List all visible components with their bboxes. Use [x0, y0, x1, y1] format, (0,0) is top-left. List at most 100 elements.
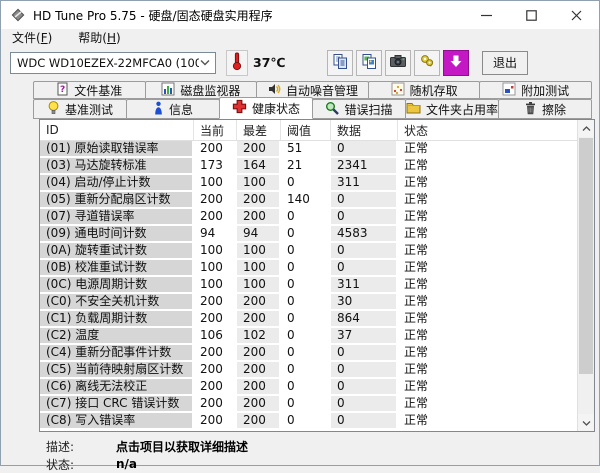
cell-id: (C7) 接口 CRC 错误计数 — [40, 396, 194, 411]
cell-status: 正常 — [398, 226, 577, 241]
cell-worst: 200 — [237, 141, 281, 156]
file-benchmark-icon: ? — [56, 82, 69, 99]
window-title: HD Tune Pro 5.75 - 硬盘/固态硬盘实用程序 — [33, 7, 273, 24]
exit-button[interactable]: 退出 — [482, 51, 528, 75]
cell-id: (07) 寻道错误率 — [40, 209, 194, 224]
cell-worst: 200 — [237, 209, 281, 224]
maximize-button[interactable] — [509, 1, 554, 29]
extra-tests-icon — [502, 82, 516, 99]
tab-benchmark[interactable]: 基准测试 — [33, 99, 127, 119]
column-header-id[interactable]: ID — [40, 120, 194, 140]
cell-data: 0 — [331, 243, 398, 258]
cell-worst: 100 — [237, 260, 281, 275]
cell-worst: 200 — [237, 345, 281, 360]
scrollbar-track[interactable] — [578, 137, 594, 414]
cell-data: 0 — [331, 192, 398, 207]
table-row[interactable]: (09) 通电时间计数 94 94 0 4583 正常 — [40, 226, 577, 243]
column-header-status[interactable]: 状态 — [398, 120, 577, 140]
cell-worst: 164 — [237, 158, 281, 173]
table-row[interactable]: (0C) 电源周期计数 100 100 0 311 正常 — [40, 277, 577, 294]
tab-error-scan[interactable]: 错误扫描 — [312, 99, 406, 119]
tab-info[interactable]: 信息 — [126, 99, 220, 119]
cell-worst: 100 — [237, 175, 281, 190]
table-row[interactable]: (C5) 当前待映射扇区计数 200 200 0 0 正常 — [40, 362, 577, 379]
table-row[interactable]: (04) 启动/停止计数 100 100 0 311 正常 — [40, 175, 577, 192]
folder-icon — [406, 101, 421, 117]
cell-current: 200 — [194, 294, 237, 309]
cell-status: 正常 — [398, 158, 577, 173]
copy-text-button[interactable] — [327, 50, 353, 76]
description-value: 点击项目以获取详细描述 — [116, 438, 248, 455]
table-row[interactable]: (0B) 校准重试计数 100 100 0 0 正常 — [40, 260, 577, 277]
table-row[interactable]: (C0) 不安全关机计数 200 200 0 30 正常 — [40, 294, 577, 311]
cell-id: (C2) 温度 — [40, 328, 194, 343]
table-row[interactable]: (C6) 离线无法校正 200 200 0 0 正常 — [40, 379, 577, 396]
cell-data: 37 — [331, 328, 398, 343]
cell-id: (C0) 不安全关机计数 — [40, 294, 194, 309]
table-row[interactable]: (C4) 重新分配事件计数 200 200 0 0 正常 — [40, 345, 577, 362]
screenshot-button[interactable] — [385, 50, 411, 76]
random-access-icon — [391, 82, 405, 99]
cell-data: 0 — [331, 345, 398, 360]
cell-data: 311 — [331, 277, 398, 292]
cell-current: 200 — [194, 192, 237, 207]
options-button[interactable] — [414, 50, 440, 76]
tab-extra-tests[interactable]: 附加测试 — [479, 81, 592, 99]
cell-worst: 200 — [237, 379, 281, 394]
arrow-down-icon — [448, 53, 464, 72]
scroll-down-button[interactable] — [578, 414, 594, 431]
cell-current: 200 — [194, 413, 237, 428]
cell-worst: 200 — [237, 311, 281, 326]
menu-bar: 文件(F) 帮助(H) — [1, 29, 599, 46]
table-row[interactable]: (C7) 接口 CRC 错误计数 200 200 0 0 正常 — [40, 396, 577, 413]
column-header-current[interactable]: 当前 — [194, 120, 237, 140]
scroll-up-button[interactable] — [578, 120, 594, 137]
temperature-button[interactable] — [226, 50, 248, 76]
column-header-data[interactable]: 数据 — [331, 120, 398, 140]
tab-erase[interactable]: 擦除 — [498, 99, 592, 119]
tab-health[interactable]: 健康状态 — [219, 97, 313, 119]
cell-data: 2341 — [331, 158, 398, 173]
table-row[interactable]: (01) 原始读取错误率 200 200 51 0 正常 — [40, 141, 577, 158]
table-row[interactable]: (C1) 负载周期计数 200 200 0 864 正常 — [40, 311, 577, 328]
cell-id: (0B) 校准重试计数 — [40, 260, 194, 275]
cell-current: 100 — [194, 175, 237, 190]
cell-threshold: 0 — [281, 277, 331, 292]
smart-table: ID 当前 最差 阈值 数据 状态 (01) 原始读取错误率 200 200 5… — [39, 119, 595, 432]
temperature-value: 37℃ — [253, 55, 286, 70]
table-row[interactable]: (05) 重新分配扇区计数 200 200 140 0 正常 — [40, 192, 577, 209]
table-row[interactable]: (07) 寻道错误率 200 200 0 0 正常 — [40, 209, 577, 226]
save-button[interactable] — [443, 50, 469, 76]
column-header-threshold[interactable]: 阈值 — [281, 120, 331, 140]
scrollbar-thumb[interactable] — [579, 138, 593, 374]
copy-image-button[interactable] — [356, 50, 382, 76]
tab-random-access[interactable]: 随机存取 — [368, 81, 481, 99]
close-button[interactable] — [554, 1, 599, 29]
table-row[interactable]: (0A) 旋转重试计数 100 100 0 0 正常 — [40, 243, 577, 260]
minimize-button[interactable] — [464, 1, 509, 29]
cell-threshold: 0 — [281, 396, 331, 411]
cell-id: (C4) 重新分配事件计数 — [40, 345, 194, 360]
cell-id: (0C) 电源周期计数 — [40, 277, 194, 292]
menu-help[interactable]: 帮助(H) — [75, 29, 123, 46]
table-row[interactable]: (C8) 写入错误率 200 200 0 0 正常 — [40, 413, 577, 430]
drive-select[interactable]: WDC WD10EZEX-22MFCA0 (1000 gB) — [10, 52, 216, 74]
cell-threshold: 51 — [281, 141, 331, 156]
menu-file[interactable]: 文件(F) — [9, 29, 55, 46]
table-row[interactable]: (C2) 温度 106 102 0 37 正常 — [40, 328, 577, 345]
cell-id: (01) 原始读取错误率 — [40, 141, 194, 156]
cell-threshold: 0 — [281, 260, 331, 275]
cell-id: (05) 重新分配扇区计数 — [40, 192, 194, 207]
cell-data: 0 — [331, 379, 398, 394]
table-row[interactable]: (03) 马达旋转标准 173 164 21 2341 正常 — [40, 158, 577, 175]
tab-folder-usage[interactable]: 文件夹占用率 — [405, 99, 499, 119]
column-header-worst[interactable]: 最差 — [237, 120, 281, 140]
cell-worst: 102 — [237, 328, 281, 343]
cell-status: 正常 — [398, 413, 577, 428]
trash-icon — [524, 101, 537, 118]
cell-worst: 200 — [237, 396, 281, 411]
status-value: n/a — [116, 457, 137, 471]
vertical-scrollbar[interactable] — [577, 120, 594, 431]
tab-file-benchmark[interactable]: ? 文件基准 — [33, 81, 146, 99]
title-bar: HD Tune Pro 5.75 - 硬盘/固态硬盘实用程序 — [1, 1, 599, 29]
